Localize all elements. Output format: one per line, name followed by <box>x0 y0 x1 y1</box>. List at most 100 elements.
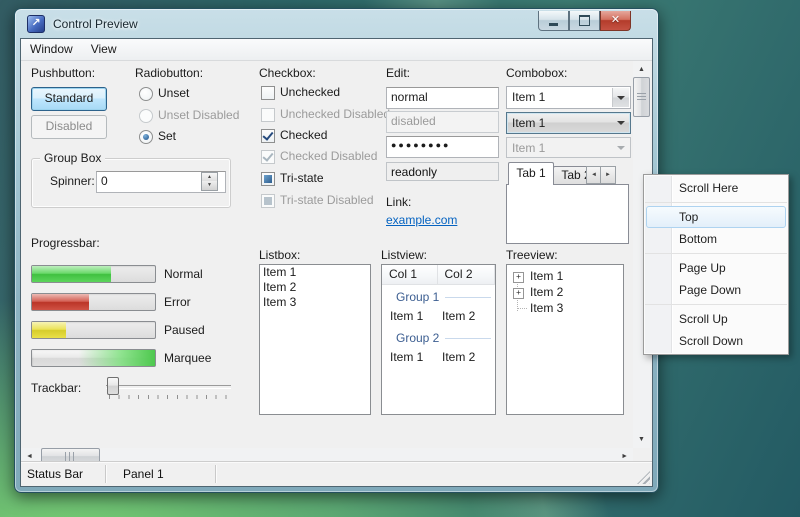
checkbox-unchecked-label[interactable]: Unchecked <box>280 85 340 99</box>
listbox-label: Listbox: <box>259 248 300 262</box>
scroll-left-icon[interactable]: ◄ <box>26 453 33 460</box>
trackbar-thumb[interactable] <box>107 377 119 395</box>
titlebar[interactable]: ↗ Control Preview ✕ <box>15 9 658 38</box>
menu-window[interactable]: Window <box>21 39 82 60</box>
disabled-button: Disabled <box>31 115 107 139</box>
status-bar: Status Bar Panel 1 <box>21 461 652 486</box>
checkbox-label: Checkbox: <box>259 66 316 80</box>
checkbox-checked-label[interactable]: Checked <box>280 128 327 142</box>
tree-expander-plus-icon[interactable]: + <box>513 288 524 299</box>
group-divider-line <box>445 338 491 339</box>
horizontal-scrollbar-thumb[interactable] <box>41 448 100 462</box>
edit-password[interactable]: ●●●●●●●● <box>386 136 499 158</box>
menu-separator <box>645 253 787 254</box>
checkbox-checked-disabled <box>261 150 275 164</box>
menu-item-scroll-here[interactable]: Scroll Here <box>646 177 786 199</box>
thumb-grip <box>65 452 76 461</box>
tree-item[interactable]: Item 3 <box>530 301 563 315</box>
checkbox-unchecked-disabled <box>261 108 275 122</box>
listview-cell[interactable]: Item 1 <box>390 309 423 323</box>
combobox-button-value: Item 1 <box>512 115 545 131</box>
tree-item[interactable]: Item 1 <box>530 269 563 283</box>
resize-grip[interactable] <box>637 471 650 484</box>
progressbar-paused <box>31 321 156 339</box>
radio-set-label[interactable]: Set <box>158 129 176 143</box>
edit-label: Edit: <box>386 66 410 80</box>
listview-group-name: Group 2 <box>396 331 439 345</box>
checkbox-unchecked[interactable] <box>261 86 275 100</box>
horizontal-scrollbar[interactable]: ◄ ► <box>21 448 633 462</box>
menu-item-page-up[interactable]: Page Up <box>646 257 786 279</box>
combobox-disabled-drop-button <box>613 139 629 156</box>
window-body: Window View Pushbutton: Standard Disable… <box>20 38 653 487</box>
close-button[interactable]: ✕ <box>600 11 631 31</box>
spinner-label: Spinner: <box>50 174 95 188</box>
treeview-label: Treeview: <box>506 248 558 262</box>
example-link[interactable]: example.com <box>386 213 457 227</box>
checkbox-tristate[interactable] <box>261 172 275 186</box>
combobox-editable-drop-button[interactable] <box>612 88 629 107</box>
edit-normal[interactable]: normal <box>386 87 499 109</box>
spinner-down-button[interactable]: ▼ <box>201 181 218 191</box>
combobox-button-drop-button[interactable] <box>613 114 629 132</box>
edit-readonly[interactable]: readonly <box>386 162 499 181</box>
tab-scroll-right-button[interactable]: ► <box>600 166 616 184</box>
listview-column-header[interactable]: Col 1 <box>382 265 438 284</box>
radio-set[interactable] <box>139 130 153 144</box>
progressbar-paused-label: Paused <box>164 323 205 337</box>
tree-item[interactable]: Item 2 <box>530 285 563 299</box>
group-box: Group Box Spinner: 0 ▲ ▼ <box>31 158 231 208</box>
radio-unset[interactable] <box>139 87 153 101</box>
listview-group-header: Group 2 <box>396 331 491 345</box>
menu-item-bottom[interactable]: Bottom <box>646 228 786 250</box>
pushbutton-label: Pushbutton: <box>31 66 95 80</box>
vertical-scrollbar-thumb[interactable] <box>633 77 650 117</box>
scrollbar-context-menu: Scroll Here Top Bottom Page Up Page Down… <box>643 174 789 355</box>
treeview: + Item 1 + Item 2 Item 3 <box>506 264 624 415</box>
listview-column-header[interactable]: Col 2 <box>438 265 495 284</box>
menu-separator <box>645 202 787 203</box>
listbox-item[interactable]: Item 3 <box>260 295 370 310</box>
menu-item-scroll-down[interactable]: Scroll Down <box>646 330 786 352</box>
progressbar-label: Progressbar: <box>31 236 100 250</box>
trackbar-ticks <box>109 395 231 399</box>
maximize-button[interactable] <box>569 11 600 31</box>
listview-cell[interactable]: Item 2 <box>442 350 475 364</box>
link-label: Link: <box>386 195 411 209</box>
chevron-down-icon <box>617 146 625 150</box>
menu-item-top[interactable]: Top <box>646 206 786 228</box>
listbox-item[interactable]: Item 2 <box>260 280 370 295</box>
listview-cell[interactable]: Item 2 <box>442 309 475 323</box>
listbox-item[interactable]: Item 1 <box>260 265 370 280</box>
menu-item-page-down[interactable]: Page Down <box>646 279 786 301</box>
combobox-button[interactable]: Item 1 <box>506 112 631 134</box>
menu-view[interactable]: View <box>82 39 126 60</box>
combobox-editable[interactable]: Item 1 <box>506 86 631 109</box>
radio-unset-label[interactable]: Unset <box>158 86 189 100</box>
radio-unset-disabled-label: Unset Disabled <box>158 108 239 122</box>
menu-item-scroll-up[interactable]: Scroll Up <box>646 308 786 330</box>
scroll-up-icon[interactable]: ▲ <box>638 66 645 73</box>
listview-label: Listview: <box>381 248 427 262</box>
status-bar-panel: Status Bar <box>27 467 83 481</box>
listview-group-header: Group 1 <box>396 290 491 304</box>
group-box-title: Group Box <box>40 151 105 165</box>
trackbar-track[interactable] <box>106 385 231 389</box>
minimize-icon <box>549 23 558 26</box>
checkbox-checked[interactable] <box>261 129 275 143</box>
minimize-button[interactable] <box>538 11 569 31</box>
thumb-grip <box>637 93 646 101</box>
progressbar-normal-fill <box>32 266 111 282</box>
listview-header: Col 1 Col 2 <box>382 265 495 285</box>
progressbar-error <box>31 293 156 311</box>
progressbar-marquee <box>31 349 156 367</box>
tree-expander-plus-icon[interactable]: + <box>513 272 524 283</box>
menu-separator <box>645 304 787 305</box>
checkbox-tristate-label[interactable]: Tri-state <box>280 171 324 185</box>
scroll-right-icon[interactable]: ► <box>621 453 628 460</box>
listview: Col 1 Col 2 Group 1 Item 1 Item 2 Group … <box>381 264 496 415</box>
listview-cell[interactable]: Item 1 <box>390 350 423 364</box>
scroll-down-icon[interactable]: ▼ <box>638 436 645 443</box>
tab-1[interactable]: Tab 1 <box>508 162 554 185</box>
standard-button[interactable]: Standard <box>31 87 107 111</box>
